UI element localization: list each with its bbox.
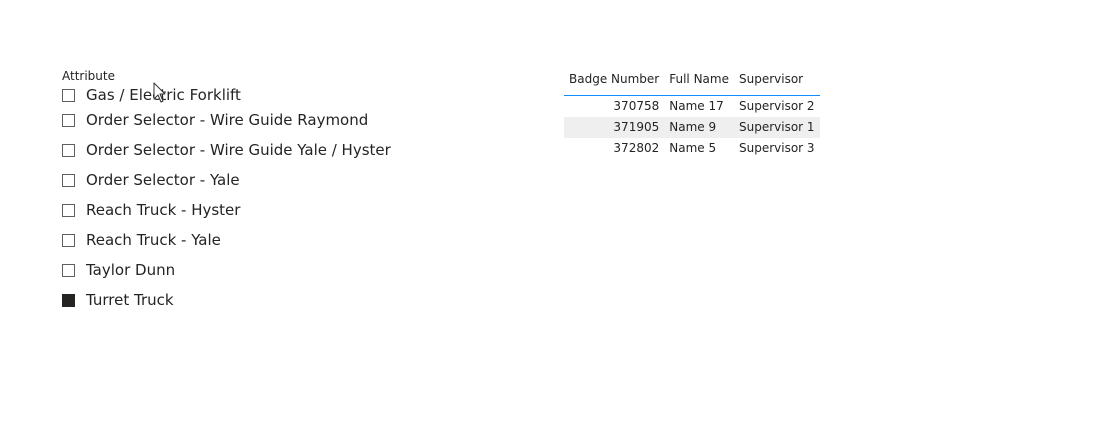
slicer-item-reach-truck-hyster[interactable]: Reach Truck - Hyster xyxy=(62,195,462,225)
cell-full-name: Name 5 xyxy=(669,141,717,155)
slicer-item-label: Order Selector - Yale xyxy=(86,171,240,189)
checkbox-icon[interactable] xyxy=(62,143,75,157)
attribute-slicer: Attribute Gas / Electric Forklift Order … xyxy=(62,68,462,315)
cell-supervisor: Supervisor 2 xyxy=(738,99,815,113)
mouse-pointer-icon xyxy=(153,82,166,103)
cell-supervisor: Supervisor 1 xyxy=(733,117,820,138)
checkbox-checked-icon[interactable] xyxy=(62,293,75,307)
slicer-item-label: Turret Truck xyxy=(86,291,174,309)
table-row[interactable]: 370758 Name 17 Supervisor 2 xyxy=(564,96,820,118)
data-table: Badge Number Full Name Supervisor 370758… xyxy=(564,68,820,159)
checkbox-icon[interactable] xyxy=(62,233,75,247)
slicer-list: Gas / Electric Forklift Order Selector -… xyxy=(62,85,462,315)
table-row[interactable]: 372802 Name 5 Supervisor 3 xyxy=(564,138,820,159)
slicer-item-gas-electric-forklift[interactable]: Gas / Electric Forklift xyxy=(62,85,462,105)
slicer-item-label: Order Selector - Wire Guide Yale / Hyste… xyxy=(86,141,391,159)
checkbox-icon[interactable] xyxy=(62,173,75,187)
checkbox-icon[interactable] xyxy=(62,88,75,102)
slicer-item-order-selector-wire-guide-yale-hyster[interactable]: Order Selector - Wire Guide Yale / Hyste… xyxy=(62,135,462,165)
slicer-item-order-selector-wire-guide-raymond[interactable]: Order Selector - Wire Guide Raymond xyxy=(62,105,462,135)
slicer-item-turret-truck[interactable]: Turret Truck xyxy=(62,285,462,315)
slicer-item-label: Reach Truck - Hyster xyxy=(86,201,241,219)
table-header-row: Badge Number Full Name Supervisor xyxy=(564,68,820,96)
slicer-item-order-selector-yale[interactable]: Order Selector - Yale xyxy=(62,165,462,195)
cell-supervisor: Supervisor 3 xyxy=(738,141,815,155)
column-header-full-name[interactable]: Full Name xyxy=(664,68,734,96)
slicer-item-label: Reach Truck - Yale xyxy=(86,231,221,249)
slicer-item-label: Taylor Dunn xyxy=(86,261,176,279)
slicer-title: Attribute xyxy=(62,69,115,83)
column-header-badge-number[interactable]: Badge Number xyxy=(564,68,665,96)
cell-full-name: Name 9 xyxy=(664,117,734,138)
cell-badge-number: 372802 xyxy=(613,141,660,155)
checkbox-icon[interactable] xyxy=(62,113,75,127)
column-header-supervisor[interactable]: Supervisor xyxy=(733,68,820,96)
slicer-item-reach-truck-yale[interactable]: Reach Truck - Yale xyxy=(62,225,462,255)
slicer-item-taylor-dunn[interactable]: Taylor Dunn xyxy=(62,255,462,285)
cell-full-name: Name 17 xyxy=(669,99,724,113)
employee-table: Badge Number Full Name Supervisor 370758… xyxy=(564,68,820,159)
checkbox-icon[interactable] xyxy=(62,263,75,277)
cell-badge-number: 371905 xyxy=(564,117,665,138)
report-canvas: Attribute Gas / Electric Forklift Order … xyxy=(0,0,1108,433)
slicer-item-label: Order Selector - Wire Guide Raymond xyxy=(86,111,369,129)
cell-badge-number: 370758 xyxy=(613,99,660,113)
table-row[interactable]: 371905 Name 9 Supervisor 1 xyxy=(564,117,820,138)
checkbox-icon[interactable] xyxy=(62,203,75,217)
